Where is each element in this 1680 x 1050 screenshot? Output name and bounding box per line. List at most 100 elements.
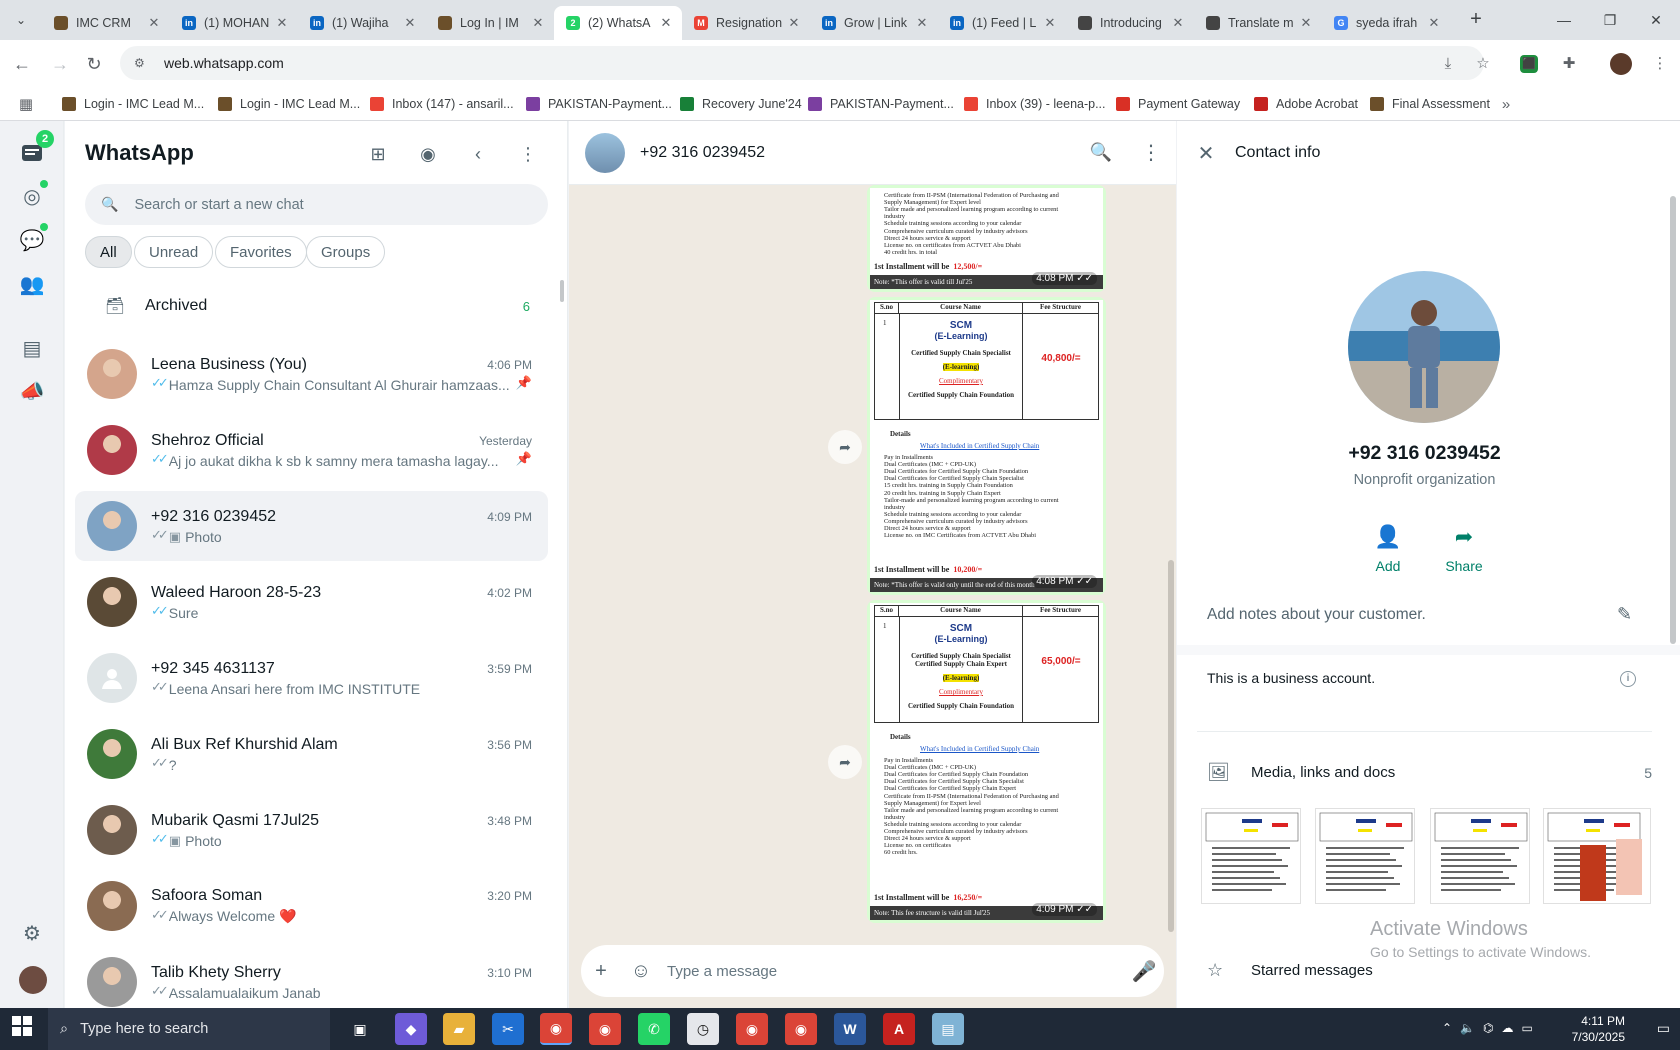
tab-close-icon[interactable]: ✕	[402, 15, 418, 31]
chat-row[interactable]: Talib Khety Sherry 3:10 PM ✓✓ Assalamualaik…	[75, 947, 548, 1017]
info-icon[interactable]: i	[1620, 671, 1636, 687]
bookmark-item[interactable]: Login - IMC Lead M...	[218, 91, 360, 117]
chat-avatar[interactable]	[87, 425, 137, 475]
tab-close-icon[interactable]: ✕	[1170, 15, 1186, 31]
bookmark-item[interactable]: PAKISTAN-Payment...	[808, 91, 954, 117]
forward-icon[interactable]: ➦	[828, 745, 862, 779]
chrome-profile-icon[interactable]: ◉	[736, 1013, 768, 1045]
word-icon[interactable]: W	[834, 1013, 866, 1045]
chat-avatar[interactable]	[87, 501, 137, 551]
profile-avatar[interactable]	[1610, 53, 1632, 75]
clock-app-icon[interactable]: ◷	[687, 1013, 719, 1045]
attach-plus-icon[interactable]: +	[581, 960, 621, 983]
hide-icon[interactable]: ◉	[414, 140, 442, 168]
app-icon[interactable]: ✂	[492, 1013, 524, 1045]
chevron-left-icon[interactable]: ‹	[464, 140, 492, 168]
tab-close-icon[interactable]: ✕	[1298, 15, 1314, 31]
browser-tab[interactable]: in Grow | Link ✕	[810, 6, 938, 40]
new-tab-button[interactable]: +	[1465, 8, 1487, 30]
restore-icon[interactable]: ❐	[1590, 8, 1630, 32]
install-app-icon[interactable]: ⤓	[1436, 52, 1460, 76]
site-settings-icon[interactable]: ⚙	[134, 56, 148, 70]
tab-close-icon[interactable]: ✕	[914, 15, 930, 31]
reload-icon[interactable]: ↻	[82, 52, 106, 76]
contact-photo[interactable]	[1348, 271, 1500, 423]
conversation-menu-icon[interactable]: ⋮	[1126, 140, 1176, 165]
pencil-icon[interactable]: ✎	[1617, 604, 1632, 625]
bookmark-item[interactable]: Recovery June'24	[680, 91, 802, 117]
media-thumbnail[interactable]	[1430, 808, 1530, 904]
bookmark-overflow-icon[interactable]: »	[1494, 93, 1518, 117]
share-button[interactable]: ➦ Share	[1424, 522, 1504, 574]
chat-row[interactable]: +92 345 4631137 3:59 PM ✓✓ Leena Ansari her…	[75, 643, 548, 713]
chat-row[interactable]: Safoora Soman 3:20 PM ✓✓ Always Welcome ❤️	[75, 871, 548, 941]
chrome-profile-icon[interactable]: ◉	[589, 1013, 621, 1045]
media-thumbnail[interactable]	[1543, 808, 1651, 904]
filter-chip-unread[interactable]: Unread	[134, 236, 214, 268]
chat-row[interactable]: Mubarik Qasmi 17Jul25 3:48 PM ✓✓ ▣ Photo	[75, 795, 548, 865]
chat-avatar[interactable]	[87, 349, 137, 399]
chat-row[interactable]: Leena Business (You) 4:06 PM ✓✓ Hamza Suppl…	[75, 339, 548, 409]
bookmark-item[interactable]: Payment Gateway	[1116, 91, 1240, 117]
image-message[interactable]: S.no Course Name Fee Structure 1 SCM (E-Learn…	[867, 600, 1106, 923]
chrome-icon[interactable]: ◉	[540, 1013, 572, 1045]
add-contact-button[interactable]: 👤 Add	[1348, 522, 1428, 574]
apps-grid-icon[interactable]: ▦	[14, 93, 38, 117]
browser-menu-icon[interactable]: ⋮	[1648, 52, 1672, 76]
tab-close-icon[interactable]: ✕	[146, 15, 162, 31]
windows-start-icon[interactable]	[12, 1016, 36, 1040]
chat-row[interactable]: Waleed Haroon 28-5-23 4:02 PM ✓✓ Sure	[75, 567, 548, 637]
extension-icon[interactable]: ⬛	[1520, 55, 1538, 73]
starred-messages-row[interactable]: ☆ Starred messages	[1207, 960, 1373, 981]
sticker-icon[interactable]: ☺	[621, 960, 661, 983]
task-view-icon[interactable]: ▣	[344, 1013, 376, 1045]
browser-tab[interactable]: Translate m ✕	[1194, 6, 1322, 40]
media-thumbnail[interactable]	[1201, 808, 1301, 904]
browser-tab[interactable]: in (1) Wajiha ✕	[298, 6, 426, 40]
close-window-icon[interactable]: ✕	[1636, 8, 1676, 32]
browser-tab[interactable]: M Resignation ✕	[682, 6, 810, 40]
browser-tab[interactable]: Log In | IM ✕	[426, 6, 554, 40]
conversation-header[interactable]: +92 316 0239452 🔍 ⋮	[569, 121, 1176, 185]
media-thumbnail[interactable]	[1315, 808, 1415, 904]
browser-tab[interactable]: IMC CRM ✕	[42, 6, 170, 40]
chat-row[interactable]: +92 316 0239452 4:09 PM ✓✓ ▣ Photo	[75, 491, 548, 561]
forward-icon[interactable]: →	[48, 52, 72, 76]
search-input[interactable]: 🔍 Search or start a new chat	[85, 184, 548, 225]
settings-icon[interactable]: ⚙	[14, 915, 50, 951]
tab-close-icon[interactable]: ✕	[1042, 15, 1058, 31]
image-message[interactable]: Certificate from II-PSM (International F…	[867, 185, 1106, 292]
browser-tab[interactable]: Gsyeda ifrah ✕	[1322, 6, 1450, 40]
browser-tab[interactable]: in (1) Feed | L ✕	[938, 6, 1066, 40]
address-bar[interactable]: ⚙ web.whatsapp.com	[120, 46, 1484, 80]
contact-avatar[interactable]	[585, 132, 625, 173]
chat-row[interactable]: Ali Bux Ref Khurshid Alam 3:56 PM ✓✓?	[75, 719, 548, 789]
back-icon[interactable]: ←	[10, 52, 34, 76]
forward-icon[interactable]: ➦	[828, 430, 862, 464]
catalog-icon[interactable]: ▤	[14, 330, 50, 366]
notifications-icon[interactable]: ▭	[1640, 1020, 1670, 1036]
app-icon[interactable]: ▤	[932, 1013, 964, 1045]
image-message[interactable]: S.no Course Name Fee Structure 1 SCM (E-Learn…	[867, 297, 1106, 595]
tab-close-icon[interactable]: ✕	[530, 15, 546, 31]
close-icon[interactable]: ✕	[1177, 141, 1235, 166]
extensions-puzzle-icon[interactable]: ✚	[1557, 52, 1581, 76]
my-profile-avatar[interactable]	[19, 966, 47, 994]
bookmark-star-icon[interactable]: ☆	[1471, 52, 1495, 76]
bookmark-item[interactable]: PAKISTAN-Payment...	[526, 91, 672, 117]
tab-close-icon[interactable]: ✕	[1426, 15, 1442, 31]
pin-icon[interactable]: 📌	[516, 375, 532, 391]
notes-field[interactable]: Add notes about your customer.	[1207, 606, 1426, 624]
chat-avatar[interactable]	[87, 653, 137, 703]
bookmark-item[interactable]: Login - IMC Lead M...	[62, 91, 204, 117]
conversation-scrollbar[interactable]	[1168, 560, 1174, 932]
bookmark-item[interactable]: Adobe Acrobat	[1254, 91, 1358, 117]
acrobat-icon[interactable]: A	[883, 1013, 915, 1045]
filter-chip-favorites[interactable]: Favorites	[215, 236, 307, 268]
communities-icon[interactable]: 👥	[14, 266, 50, 302]
browser-tab[interactable]: 2 (2) WhatsA ✕	[554, 6, 682, 40]
browser-tab[interactable]: Introducing ✕	[1066, 6, 1194, 40]
menu-icon[interactable]: ⋮	[514, 140, 542, 168]
copilot-icon[interactable]: ◆	[395, 1013, 427, 1045]
chat-avatar[interactable]	[87, 805, 137, 855]
